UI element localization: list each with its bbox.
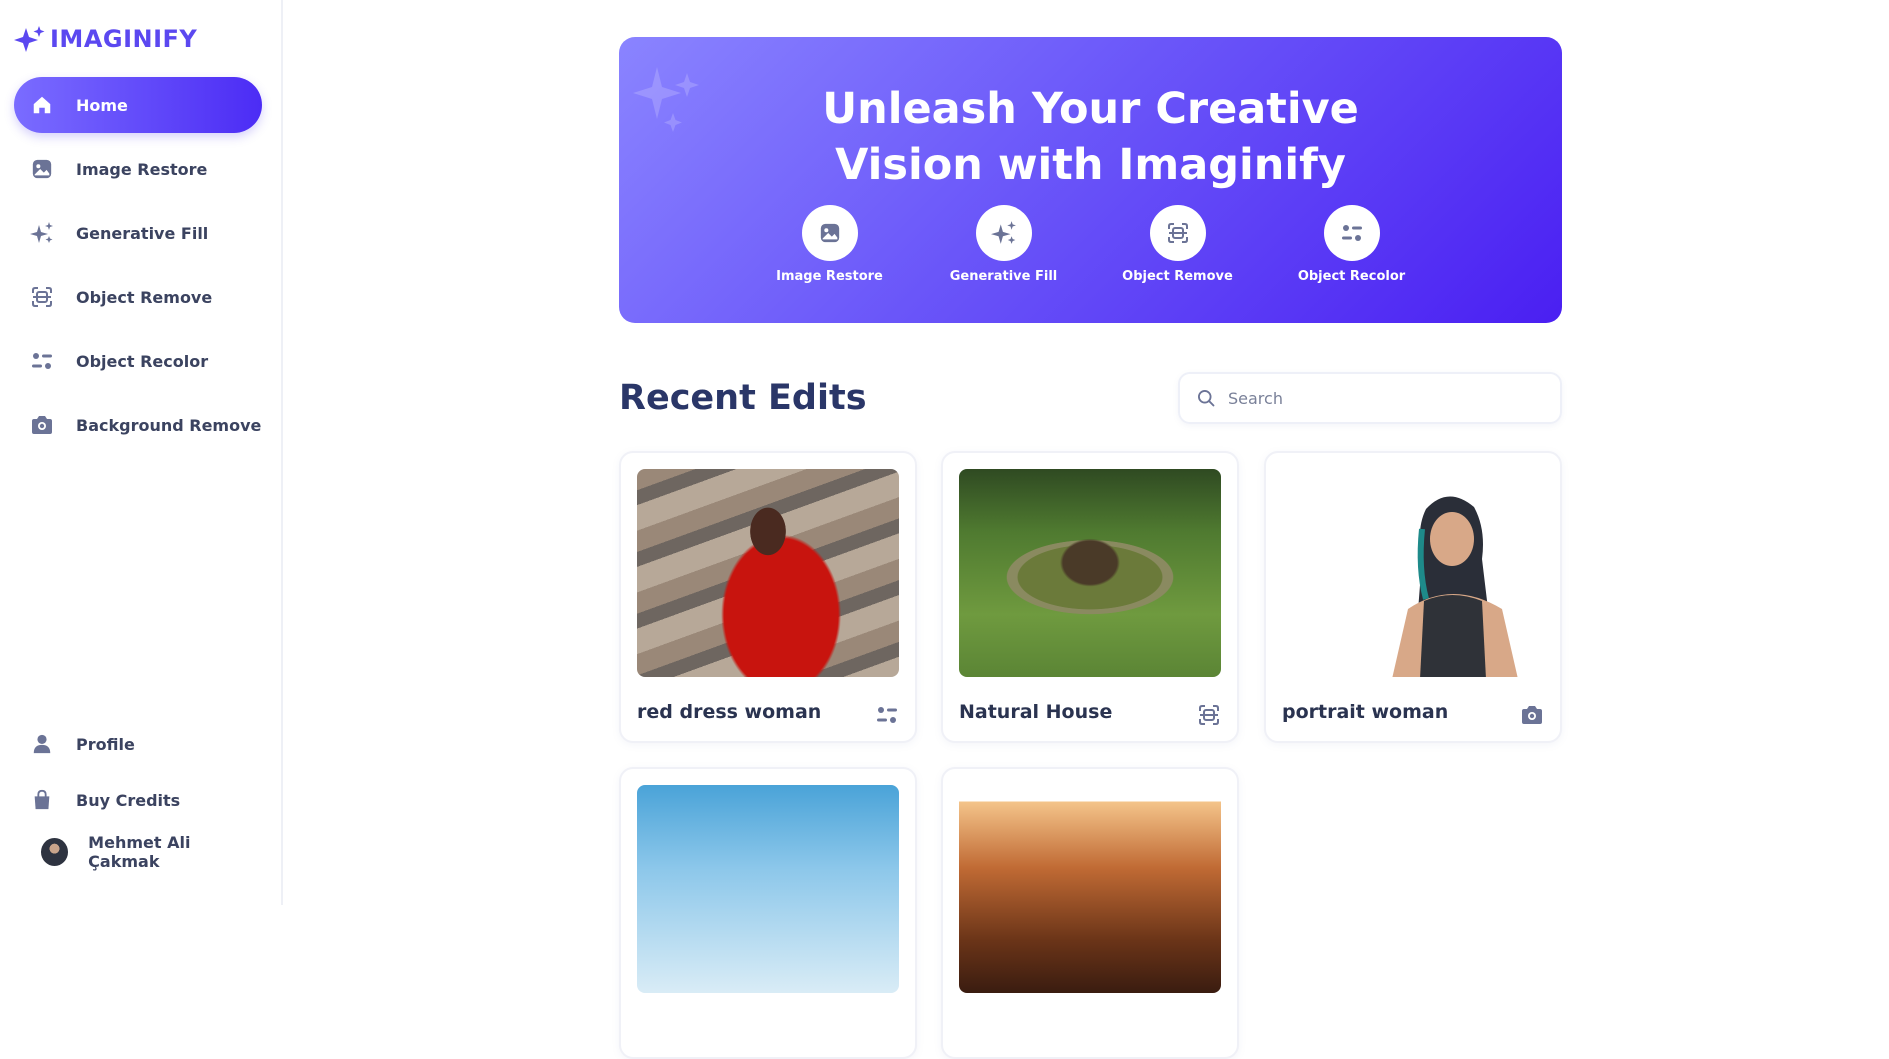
image-icon [30, 157, 54, 181]
sidebar-item-object-recolor[interactable]: Object Recolor [14, 333, 262, 389]
search-input[interactable] [1228, 388, 1528, 408]
tool-label: Generative Fill [949, 269, 1058, 284]
sidebar-item-label: Object Recolor [76, 351, 209, 371]
edit-card-natural-house[interactable]: Natural House [941, 451, 1239, 743]
hero-title-line: Vision with Imaginify [835, 140, 1346, 190]
edit-title: red dress woman [637, 701, 822, 723]
edit-card-red-dress-woman[interactable]: red dress woman [619, 451, 917, 743]
app-name: IMAGINIFY [50, 25, 198, 53]
edit-thumbnail[interactable] [637, 785, 899, 993]
edit-title: Natural House [959, 701, 1113, 723]
sidebar-item-object-remove[interactable]: Object Remove [14, 269, 262, 325]
edit-card-sky[interactable] [619, 767, 917, 1059]
edit-title: portrait woman [1282, 701, 1449, 723]
user-icon [30, 732, 54, 756]
hero-banner: Unleash Your Creative Vision with Imagin… [619, 37, 1562, 323]
tool-label: Image Restore [776, 269, 883, 284]
tool-icon-button[interactable] [1149, 205, 1206, 261]
user-account[interactable]: Mehmet Ali Çakmak [14, 832, 262, 872]
user-name: Mehmet Ali Çakmak [88, 833, 191, 871]
edit-thumbnail[interactable] [637, 469, 899, 677]
sidebar-item-label: Object Remove [76, 287, 213, 307]
sidebar-item-generative-fill[interactable]: Generative Fill [14, 205, 262, 261]
tool-label: Object Remove [1122, 269, 1233, 284]
scan-icon [1197, 703, 1221, 731]
sidebar-item-home[interactable]: Home [14, 77, 262, 133]
hero-title-line: Unleash Your Creative [822, 84, 1359, 134]
edit-card-portrait-woman[interactable]: portrait woman [1264, 451, 1562, 743]
sidebar-item-label: Generative Fill [76, 223, 209, 243]
sidebar-item-label: Home [76, 95, 128, 115]
sparkles-icon [30, 221, 54, 245]
sidebar-item-label: Profile [76, 734, 135, 754]
sidebar-bottom: Profile Buy Credits Mehmet Ali Çakmak [14, 720, 262, 872]
recent-edits-title: Recent Edits [619, 378, 867, 418]
sidebar-item-profile[interactable]: Profile [14, 720, 262, 768]
edit-thumbnail[interactable] [959, 785, 1221, 993]
app-logo[interactable]: IMAGINIFY [14, 24, 197, 54]
search-box[interactable] [1178, 372, 1562, 424]
sidebar-item-label: Buy Credits [76, 790, 181, 810]
filter-icon [30, 349, 54, 373]
image-icon [820, 223, 839, 243]
sidebar-item-background-remove[interactable]: Background Remove [14, 397, 262, 453]
edit-thumbnail[interactable] [959, 469, 1221, 677]
tool-image-restore[interactable]: Image Restore [743, 205, 917, 284]
search-icon [1198, 390, 1215, 407]
tool-generative-fill[interactable]: Generative Fill [917, 205, 1091, 284]
filter-icon [1341, 225, 1362, 241]
sidebar: IMAGINIFY Home Image Restore Generative … [0, 0, 283, 905]
hero-tools: Image Restore Generative Fill Object Rem… [619, 205, 1562, 284]
filter-icon [875, 703, 899, 731]
tool-icon-button[interactable] [975, 205, 1032, 261]
edit-thumbnail[interactable] [1282, 469, 1544, 677]
home-icon [30, 93, 54, 117]
camera-icon [1520, 703, 1544, 731]
avatar [41, 838, 69, 866]
tool-label: Object Recolor [1297, 269, 1406, 284]
sparkles-icon [990, 221, 1016, 244]
edit-card-canyon[interactable] [941, 767, 1239, 1059]
scan-icon [1167, 223, 1188, 243]
tool-object-remove[interactable]: Object Remove [1091, 205, 1265, 284]
tool-icon-button[interactable] [801, 205, 858, 261]
sidebar-item-label: Image Restore [76, 159, 208, 179]
sidebar-item-label: Background Remove [76, 415, 262, 435]
sidebar-nav: Home Image Restore Generative Fill Objec… [14, 77, 262, 461]
camera-icon [30, 413, 54, 437]
scan-icon [30, 285, 54, 309]
sidebar-item-buy-credits[interactable]: Buy Credits [14, 776, 262, 824]
portrait-figure [1392, 496, 1518, 677]
tool-icon-button[interactable] [1323, 205, 1380, 261]
tool-object-recolor[interactable]: Object Recolor [1265, 205, 1439, 284]
bag-icon [30, 788, 54, 812]
sidebar-item-image-restore[interactable]: Image Restore [14, 141, 262, 197]
hero-title: Unleash Your Creative Vision with Imagin… [619, 81, 1562, 193]
logo-sparkle-icon [14, 26, 45, 52]
